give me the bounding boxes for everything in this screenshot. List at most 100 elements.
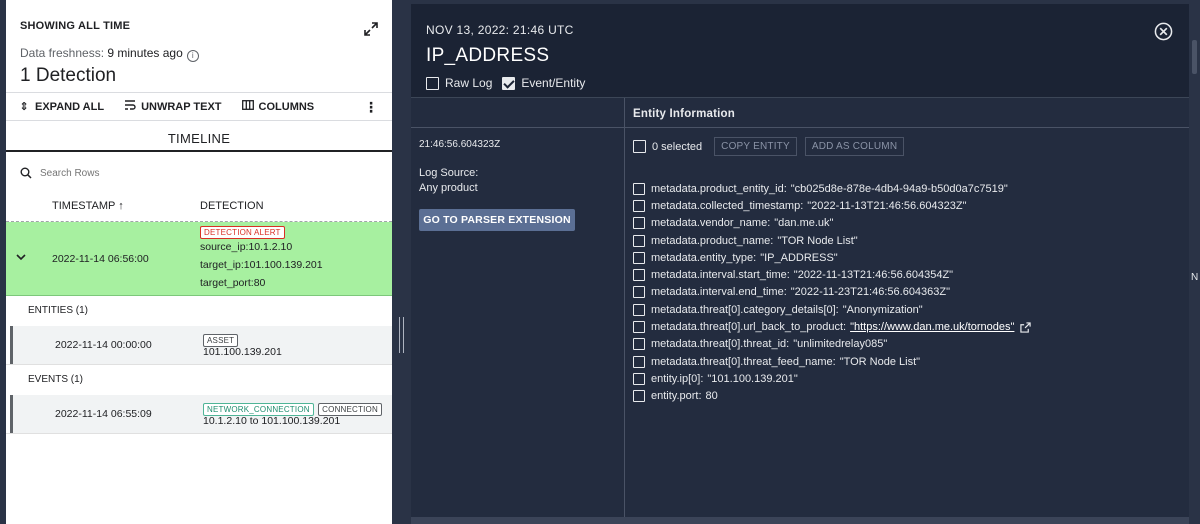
external-link-icon[interactable]: [1020, 321, 1032, 333]
expand-vertical-icon: ⇕: [19, 101, 29, 113]
field-key: metadata.interval.start_time:: [651, 269, 790, 282]
copy-entity-button[interactable]: COPY ENTITY: [714, 137, 797, 156]
event-entity-checkbox[interactable]: [502, 76, 516, 90]
field-value: "cb025d8e-878e-4db4-94a9-b50d0a7c7519": [790, 182, 1008, 195]
chevron-down-icon[interactable]: [15, 251, 27, 263]
column-header-detection[interactable]: DETECTION: [200, 200, 264, 212]
wrap-text-icon: [124, 100, 136, 113]
event-timestamp-detail: 21:46:56.604323Z: [419, 139, 501, 150]
raw-log-checkbox[interactable]: [426, 76, 439, 90]
field-key: entity.ip[0]:: [651, 372, 704, 385]
field-checkbox[interactable]: [633, 182, 645, 195]
event-entity-label: Event/Entity: [521, 76, 586, 90]
selected-count: 0 selected: [652, 140, 703, 153]
field-value: "unlimitedrelay085": [793, 338, 888, 351]
events-section-label: EVENTS (1): [28, 374, 84, 385]
view-toggles: Raw Log Event/Entity: [426, 76, 585, 90]
field-row: metadata.interval.start_time: "2022-11-13…: [633, 266, 1031, 283]
field-checkbox[interactable]: [633, 234, 645, 247]
field-key: metadata.product_name:: [651, 234, 774, 247]
log-source-value: Any product: [419, 182, 478, 194]
expand-icon[interactable]: [364, 22, 378, 36]
data-freshness: Data freshness: 9 minutes ago i: [20, 46, 199, 62]
field-checkbox[interactable]: [633, 251, 645, 264]
entity-row[interactable]: 2022-11-14 00:00:00 ASSET 101.100.139.20…: [10, 326, 392, 364]
field-row: metadata.collected_timestamp: "2022-11-13…: [633, 197, 1031, 214]
detail-title: IP_ADDRESS: [426, 45, 550, 66]
metadata-column: 21:46:56.604323Z Log Source: Any product…: [411, 98, 625, 518]
add-as-column-button[interactable]: ADD AS COLUMN: [804, 137, 905, 156]
raw-log-label: Raw Log: [445, 76, 493, 90]
field-row: metadata.threat[0].threat_id: "unlimitedr…: [633, 336, 1031, 353]
field-checkbox[interactable]: [633, 286, 645, 299]
select-all: 0 selected: [633, 140, 702, 153]
parser-extension-button[interactable]: GO TO PARSER EXTENSION: [419, 209, 575, 231]
entity-information-header: Entity Information: [625, 98, 1189, 128]
horizontal-scrollbar[interactable]: [411, 517, 1189, 524]
entity-toolbar: 0 selected COPY ENTITY ADD AS COLUMN: [633, 137, 912, 156]
event-timestamp: 2022-11-14 06:55:09: [55, 408, 152, 420]
detections-header: SHOWING ALL TIME Data freshness: 9 minut…: [6, 0, 392, 92]
column-header-timestamp[interactable]: TIMESTAMP ↑: [52, 200, 124, 212]
search-rows: [20, 164, 240, 182]
target-port: target_port:80: [200, 277, 266, 289]
field-value: "dan.me.uk": [774, 217, 834, 230]
column-headers: TIMESTAMP ↑ DETECTION: [6, 196, 392, 222]
field-checkbox[interactable]: [633, 338, 645, 351]
tab-timeline[interactable]: TIMELINE: [6, 122, 392, 152]
select-all-checkbox[interactable]: [633, 140, 646, 153]
field-key: metadata.threat[0].category_details[0]:: [651, 303, 839, 316]
field-row: entity.ip[0]: "101.100.139.201": [633, 370, 1031, 387]
timeline-toolbar: ⇕ EXPAND ALL UNWRAP TEXT COLUMNS ⋮: [6, 92, 392, 121]
field-row: metadata.threat[0].url_back_to_product: "…: [633, 318, 1032, 335]
field-value: "TOR Node List": [839, 355, 921, 368]
background-panel-edge: N: [1189, 0, 1200, 524]
field-key: metadata.threat[0].url_back_to_product:: [651, 321, 847, 334]
more-vert-icon[interactable]: ⋮: [364, 99, 378, 116]
columns-label: COLUMNS: [258, 100, 315, 113]
field-key: metadata.collected_timestamp:: [651, 199, 804, 212]
detections-panel: SHOWING ALL TIME Data freshness: 9 minut…: [6, 0, 392, 524]
field-row: metadata.vendor_name: "dan.me.uk": [633, 215, 1031, 232]
field-value: 80: [705, 390, 718, 403]
target-ip: target_ip:101.100.139.201: [200, 259, 323, 271]
field-key: metadata.entity_type:: [651, 251, 757, 264]
panel-resize-handle[interactable]: [399, 317, 404, 353]
field-checkbox[interactable]: [633, 372, 645, 385]
scrollbar-thumb[interactable]: [1192, 40, 1197, 74]
info-icon[interactable]: i: [186, 50, 199, 62]
detail-header: NOV 13, 2022: 21:46 UTC IP_ADDRESS Raw L…: [411, 4, 1189, 97]
log-source-label: Log Source:: [419, 167, 479, 179]
detection-alert-badge: DETECTION ALERT: [200, 226, 285, 239]
field-key: metadata.product_entity_id:: [651, 182, 787, 195]
field-checkbox[interactable]: [633, 390, 645, 403]
field-key: metadata.vendor_name:: [651, 217, 771, 230]
field-checkbox[interactable]: [633, 217, 645, 230]
expand-all-button[interactable]: ⇕ EXPAND ALL: [18, 100, 104, 114]
field-row: entity.port: 80: [633, 388, 1031, 405]
field-key: metadata.interval.end_time:: [651, 286, 787, 299]
field-value: "TOR Node List": [777, 234, 858, 247]
field-value: "101.100.139.201": [707, 372, 798, 385]
detail-body: 21:46:56.604323Z Log Source: Any product…: [411, 97, 1189, 518]
field-row: metadata.threat[0].threat_feed_name: "TOR…: [633, 353, 1031, 370]
search-input[interactable]: [40, 167, 240, 179]
detection-row[interactable]: 2022-11-14 06:56:00 DETECTION ALERT sour…: [6, 222, 392, 296]
columns-button[interactable]: COLUMNS: [241, 100, 315, 113]
event-date: NOV 13, 2022: 21:46 UTC: [426, 23, 574, 37]
field-checkbox[interactable]: [633, 269, 645, 282]
divider: [6, 364, 392, 365]
event-row[interactable]: 2022-11-14 06:55:09 NETWORK_CONNECTION C…: [10, 395, 392, 433]
field-key: metadata.threat[0].threat_feed_name:: [651, 355, 836, 368]
search-icon: [20, 167, 32, 179]
field-checkbox[interactable]: [633, 321, 645, 334]
url-link[interactable]: "https://www.dan.me.uk/tornodes": [850, 321, 1014, 333]
unwrap-text-button[interactable]: UNWRAP TEXT: [124, 100, 222, 113]
entity-information-column: Entity Information 0 selected COPY ENTIT…: [625, 98, 1189, 518]
field-checkbox[interactable]: [633, 303, 645, 316]
field-row: metadata.product_name: "TOR Node List": [633, 232, 1031, 249]
clipped-label: N: [1191, 272, 1199, 283]
field-checkbox[interactable]: [633, 199, 645, 212]
field-checkbox[interactable]: [633, 355, 645, 368]
close-icon[interactable]: [1154, 22, 1173, 41]
